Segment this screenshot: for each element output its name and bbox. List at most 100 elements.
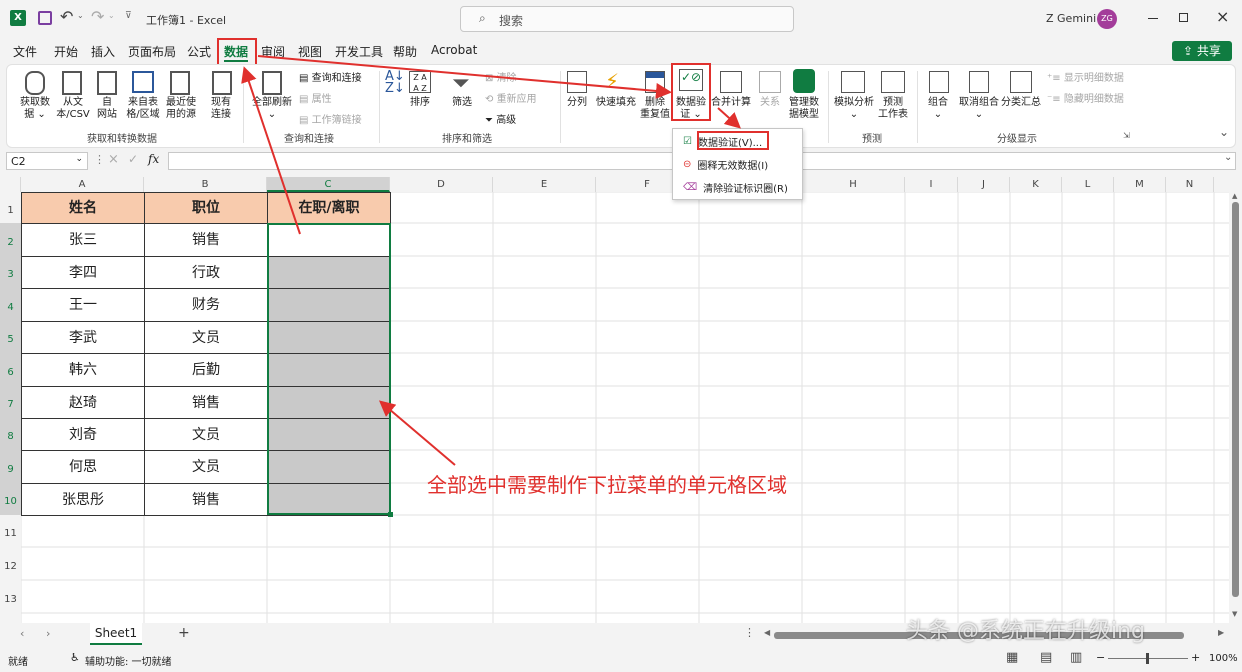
from-table-button[interactable]: 来自表 格/区域	[122, 97, 164, 121]
text-to-columns-button[interactable]: 分列	[561, 97, 593, 109]
tab-view[interactable]: 视图	[298, 43, 322, 60]
row-header-11[interactable]: 11	[0, 515, 21, 547]
name-cell[interactable]: 王一	[21, 288, 145, 322]
what-if-analysis-button[interactable]: 模拟分析 ⌄	[831, 97, 877, 121]
name-cell[interactable]: 张三	[21, 223, 145, 257]
row-header-12[interactable]: 12	[0, 547, 21, 580]
tab-formulas[interactable]: 公式	[187, 43, 211, 60]
undo-icon[interactable]: ↶	[60, 7, 73, 26]
subtotal-button[interactable]: 分类汇总	[1001, 97, 1041, 109]
expand-formula-icon[interactable]: ⌄	[1224, 152, 1232, 163]
filter-button[interactable]: 筛选	[447, 97, 477, 109]
restore-icon[interactable]	[1179, 13, 1188, 22]
scroll-up-icon[interactable]: ▲	[1232, 192, 1237, 200]
vertical-scroll-thumb[interactable]	[1232, 202, 1239, 597]
position-cell[interactable]: 销售	[144, 386, 268, 419]
tab-review[interactable]: 审阅	[261, 43, 285, 60]
name-cell[interactable]: 赵琦	[21, 386, 145, 419]
scroll-left-icon[interactable]: ◀	[764, 628, 770, 637]
undo-dropdown-icon[interactable]: ⌄	[77, 11, 84, 20]
name-cell[interactable]: 李武	[21, 321, 145, 354]
existing-connections-button[interactable]: 现有 连接	[205, 97, 237, 121]
column-header-n[interactable]: N	[1166, 177, 1214, 192]
row-header-8[interactable]: 8	[0, 418, 21, 450]
tab-acrobat[interactable]: Acrobat	[431, 43, 477, 57]
row-header-6[interactable]: 6	[0, 353, 21, 386]
user-name[interactable]: Z Gemini	[1046, 12, 1096, 25]
ungroup-button[interactable]: 取消组合 ⌄	[957, 97, 1001, 121]
name-cell[interactable]: 何思	[21, 450, 145, 484]
position-cell[interactable]: 行政	[144, 256, 268, 289]
manage-data-model-button[interactable]: 管理数 据模型	[785, 97, 823, 121]
position-cell[interactable]: 后勤	[144, 353, 268, 387]
add-sheet-icon[interactable]: +	[178, 625, 190, 641]
next-sheet-icon[interactable]: ›	[46, 627, 50, 640]
search-box[interactable]: ⌕ 搜索	[460, 6, 794, 32]
row-header-1[interactable]: 1	[0, 192, 21, 223]
group-button[interactable]: 组合 ⌄	[923, 97, 953, 121]
column-header-m[interactable]: M	[1114, 177, 1166, 192]
name-cell[interactable]: 韩六	[21, 353, 145, 387]
tab-developer[interactable]: 开发工具	[335, 43, 383, 60]
recent-sources-button[interactable]: 最近使 用的源	[160, 97, 202, 121]
position-cell[interactable]: 销售	[144, 483, 268, 516]
table-header-cell[interactable]: 职位	[144, 192, 268, 224]
accessibility-status[interactable]: 辅助功能: 一切就绪	[85, 653, 172, 668]
normal-view-icon[interactable]: ▦	[1006, 650, 1018, 665]
row-header-3[interactable]: 3	[0, 256, 21, 288]
column-header-i[interactable]: I	[905, 177, 958, 192]
page-layout-view-icon[interactable]: ▤	[1040, 650, 1052, 665]
tab-help[interactable]: 帮助	[393, 43, 417, 60]
column-header-e[interactable]: E	[493, 177, 596, 192]
more-icon[interactable]: ⋮	[744, 626, 755, 639]
from-web-button[interactable]: 自网站	[91, 97, 123, 121]
column-header-l[interactable]: L	[1062, 177, 1114, 192]
refresh-all-button[interactable]: 全部刷新 ⌄	[249, 97, 295, 121]
zoom-out-icon[interactable]: −	[1096, 651, 1105, 664]
menu-item-clear-circles[interactable]: ⌫ 清除验证标识圈(R)	[683, 180, 788, 195]
hide-detail-button[interactable]: ⁻≡ 隐藏明细数据	[1047, 90, 1124, 105]
column-header-a[interactable]: A	[21, 177, 144, 192]
name-box[interactable]: C2 ⌄	[6, 152, 88, 170]
scroll-right-icon[interactable]: ▶	[1218, 628, 1224, 637]
column-header-c[interactable]: C	[267, 177, 390, 192]
from-text-csv-button[interactable]: 从文 本/CSV	[51, 97, 95, 121]
tab-home[interactable]: 开始	[54, 43, 78, 60]
cancel-icon[interactable]: ×	[108, 152, 119, 167]
fill-handle[interactable]	[388, 512, 393, 517]
sort-az-icon[interactable]: A↓ Z↓	[385, 70, 405, 95]
remove-duplicates-button[interactable]: 删除 重复值	[637, 97, 673, 121]
flash-fill-button[interactable]: 快速填充	[595, 97, 637, 109]
prev-sheet-icon[interactable]: ‹	[20, 627, 24, 640]
row-header-9[interactable]: 9	[0, 450, 21, 483]
customize-qat-icon[interactable]: ⊽	[125, 11, 132, 21]
name-cell[interactable]: 刘奇	[21, 418, 145, 451]
row-header-5[interactable]: 5	[0, 321, 21, 353]
column-header-d[interactable]: D	[390, 177, 493, 192]
consolidate-button[interactable]: 合并计算	[709, 97, 753, 109]
share-button[interactable]: ⇪ 共享	[1172, 41, 1232, 61]
collapse-ribbon-icon[interactable]: ⌄	[1219, 125, 1229, 139]
zoom-in-icon[interactable]: +	[1191, 651, 1200, 664]
relationships-button[interactable]: 关系	[755, 97, 785, 109]
column-header-k[interactable]: K	[1010, 177, 1062, 192]
position-cell[interactable]: 文员	[144, 321, 268, 354]
minimize-icon[interactable]	[1148, 18, 1158, 19]
select-all-corner[interactable]	[0, 177, 21, 192]
sort-button[interactable]: 排序	[405, 97, 435, 109]
close-icon[interactable]: ×	[1216, 7, 1229, 26]
zoom-level[interactable]: 100%	[1209, 653, 1238, 664]
show-detail-button[interactable]: ⁺≡ 显示明细数据	[1047, 69, 1124, 84]
row-header-13[interactable]: 13	[0, 580, 21, 613]
avatar[interactable]: ZG	[1097, 9, 1117, 29]
save-icon[interactable]	[38, 11, 52, 25]
zoom-slider-thumb[interactable]	[1146, 653, 1149, 664]
scroll-down-icon[interactable]: ▼	[1232, 610, 1237, 618]
clear-filter-button[interactable]: ⊠ 清除	[485, 69, 517, 84]
row-header-10[interactable]: 10	[0, 483, 21, 515]
column-header-h[interactable]: H	[802, 177, 905, 192]
tab-page-layout[interactable]: 页面布局	[128, 43, 176, 60]
reapply-button[interactable]: ⟲ 重新应用	[485, 90, 537, 105]
properties-button[interactable]: ▤ 属性	[299, 90, 332, 105]
redo-dropdown-icon[interactable]: ⌄	[108, 11, 115, 20]
